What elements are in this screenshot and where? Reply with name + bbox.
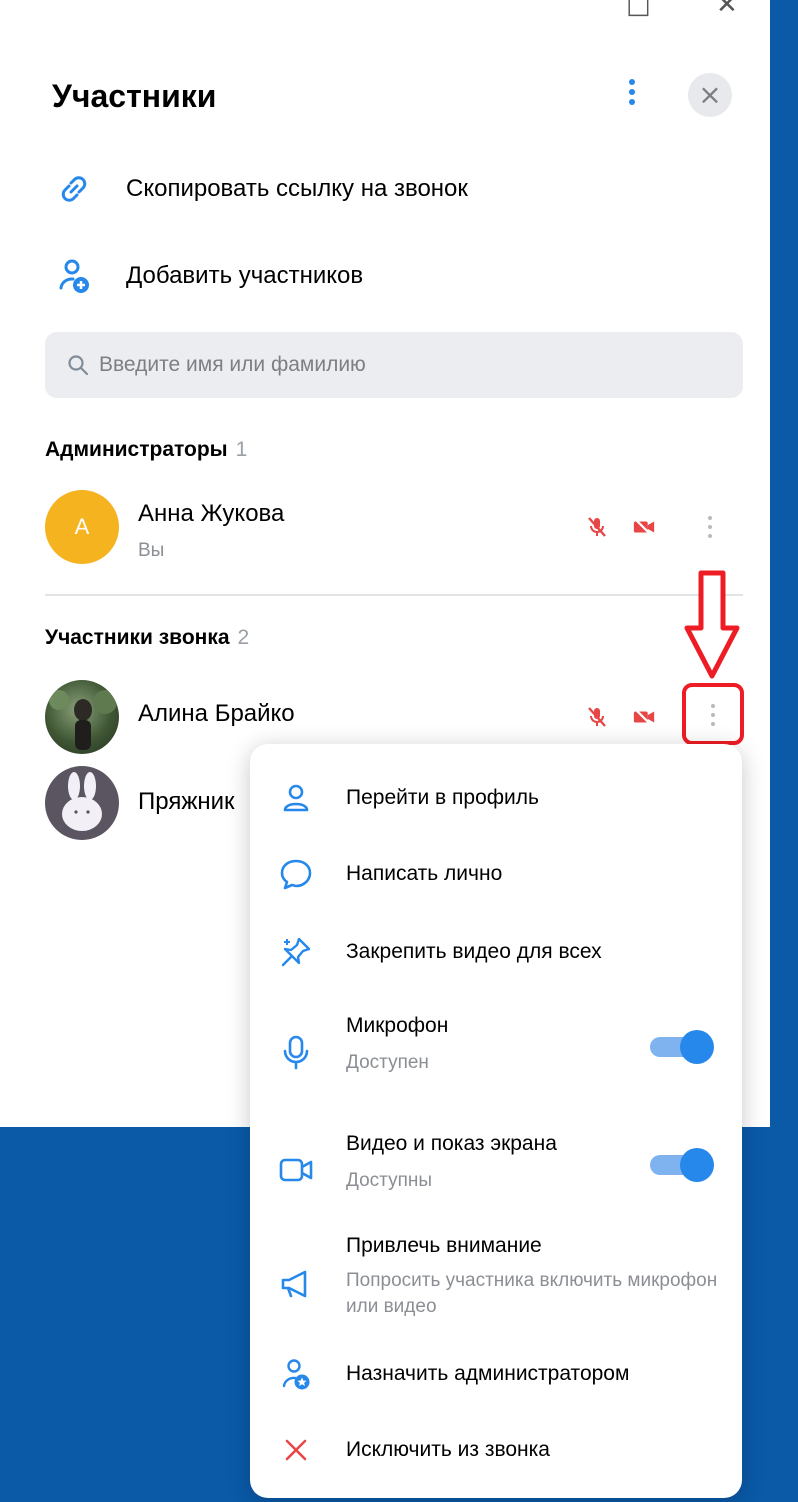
menu-item-profile[interactable]: Перейти в профиль	[250, 774, 742, 826]
link-icon	[52, 167, 96, 211]
profile-icon	[276, 778, 316, 818]
admin-icon	[276, 1354, 316, 1394]
participant-context-menu: Перейти в профиль Написать лично Закрепи…	[250, 744, 742, 1498]
more-options-icon[interactable]	[625, 76, 639, 116]
annotation-highlight-box	[682, 683, 744, 745]
camera-off-icon	[633, 517, 655, 537]
search-icon	[68, 355, 89, 376]
admins-section-title: Администраторы	[45, 438, 228, 461]
menu-item-sub: Доступен	[346, 1052, 429, 1073]
menu-item-sub: Доступны	[346, 1170, 433, 1191]
menu-item-label: Перейти в профиль	[346, 786, 539, 809]
annotation-arrow-icon	[684, 570, 740, 679]
menu-item-pin-video[interactable]: Закрепить видео для всех	[250, 928, 742, 980]
menu-item-label: Исключить из звонка	[346, 1438, 550, 1461]
participant-name: Анна Жукова	[138, 500, 285, 527]
add-participants-button[interactable]: Добавить участников	[52, 251, 363, 301]
search-field[interactable]	[45, 332, 743, 398]
menu-item-label: Закрепить видео для всех	[346, 940, 602, 963]
participant-name: Алина Брайко	[138, 700, 295, 727]
menu-item-make-admin[interactable]: Назначить администратором	[250, 1348, 742, 1400]
microphone-icon	[276, 1032, 316, 1072]
participant-subtitle: Вы	[138, 540, 165, 561]
avatar-bunny	[62, 772, 102, 831]
search-input[interactable]	[97, 352, 701, 378]
section-divider	[45, 594, 743, 596]
menu-item-microphone[interactable]: Микрофон Доступен	[250, 1010, 742, 1090]
participants-count: 2	[237, 626, 250, 649]
participant-name: Пряжник	[138, 788, 235, 815]
menu-item-attention[interactable]: Привлечь внимание Попросить участника вк…	[250, 1228, 742, 1338]
copy-link-label: Скопировать ссылку на звонок	[126, 175, 468, 202]
copy-link-button[interactable]: Скопировать ссылку на звонок	[52, 164, 468, 214]
add-participants-label: Добавить участников	[126, 262, 364, 289]
participants-section-title: Участники звонка	[45, 626, 230, 649]
add-user-icon	[52, 254, 96, 298]
camera-off-icon	[633, 707, 655, 727]
menu-item-label: Привлечь внимание	[346, 1234, 542, 1257]
avatar[interactable]	[45, 680, 119, 754]
menu-item-label: Написать лично	[346, 862, 503, 885]
message-icon	[276, 854, 316, 894]
background-window-edge	[770, 0, 798, 1127]
avatar[interactable]	[45, 766, 119, 840]
menu-item-sub: Попросить участника включить микрофон ил…	[346, 1270, 718, 1317]
close-panel-button[interactable]: ×	[688, 73, 732, 117]
video-toggle[interactable]	[650, 1148, 714, 1182]
menu-item-video[interactable]: Видео и показ экрана Доступны	[250, 1128, 742, 1208]
window-close-button[interactable]: ✕	[716, 0, 738, 20]
menu-item-message[interactable]: Написать лично	[250, 848, 742, 900]
menu-item-label: Микрофон	[346, 1014, 449, 1037]
menu-item-label: Назначить администратором	[346, 1362, 630, 1385]
admins-section-header: Администраторы 1	[45, 438, 247, 462]
menu-item-label: Видео и показ экрана	[346, 1132, 557, 1155]
avatar[interactable]: А	[45, 490, 119, 564]
maximize-button[interactable]: □	[626, 0, 651, 20]
admins-count: 1	[235, 438, 248, 461]
mic-off-icon	[588, 517, 606, 537]
participants-section-header: Участники звонка 2	[45, 626, 249, 650]
avatar-initial: А	[74, 514, 90, 539]
pin-icon	[276, 932, 316, 972]
camera-icon	[276, 1150, 316, 1190]
participant-more-icon[interactable]	[702, 512, 718, 548]
megaphone-icon	[276, 1264, 316, 1304]
avatar-photo	[49, 690, 117, 750]
panel-title: Участники	[52, 78, 217, 114]
microphone-toggle[interactable]	[650, 1030, 714, 1064]
remove-icon	[276, 1430, 316, 1470]
menu-item-remove[interactable]: Исключить из звонка	[250, 1426, 742, 1478]
mic-off-icon	[588, 707, 606, 727]
